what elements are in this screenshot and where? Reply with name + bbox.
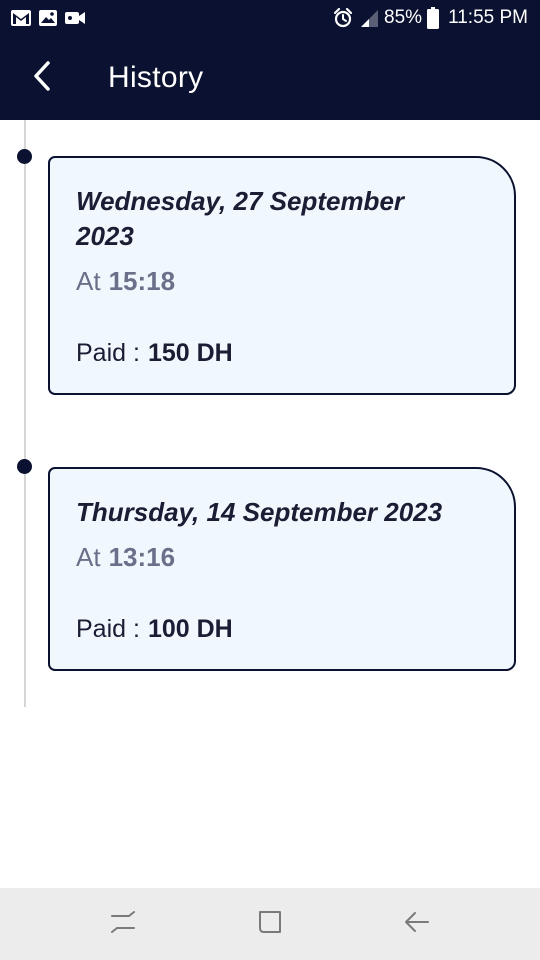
history-screen: 85% 11:55 PM History Wednesday, 27 Septe… — [0, 0, 540, 960]
history-date: Thursday, 14 September 2023 — [76, 497, 443, 527]
paid-amount: 100 DH — [147, 615, 233, 643]
history-card[interactable]: Thursday, 14 September 2023 At 13:16 Paid… — [48, 467, 516, 671]
video-icon — [64, 10, 86, 26]
status-bar: 85% 11:55 PM — [0, 0, 540, 36]
status-right: 85% 11:55 PM — [332, 7, 528, 29]
alarm-icon — [332, 7, 354, 29]
signal-icon — [359, 8, 379, 28]
history-time: 13:16 — [108, 542, 176, 572]
time-label: At — [76, 542, 101, 572]
recents-icon — [109, 908, 137, 941]
paid-amount: 150 DH — [147, 339, 233, 367]
history-card[interactable]: Wednesday, 27 September 2023 At 15:18 Pai… — [48, 156, 516, 395]
back-icon — [403, 908, 431, 941]
time-label: At — [76, 266, 101, 296]
gallery-icon — [38, 9, 58, 27]
paid-label: Paid : — [76, 339, 140, 367]
nav-back-button[interactable] — [387, 894, 447, 954]
recents-button[interactable] — [93, 894, 153, 954]
timeline-line — [24, 120, 26, 707]
history-date: Wednesday, 27 September 2023 — [76, 186, 405, 251]
gmail-icon — [10, 9, 32, 27]
system-nav-bar — [0, 888, 540, 960]
history-paid-row: Paid :100 DH — [76, 612, 233, 646]
timeline-dot — [17, 459, 32, 474]
status-time: 11:55 PM — [448, 7, 528, 28]
history-time: 15:18 — [108, 266, 176, 296]
history-list: Wednesday, 27 September 2023 At 15:18 Pai… — [0, 120, 540, 888]
paid-label: Paid : — [76, 615, 140, 643]
home-button[interactable] — [240, 894, 300, 954]
app-bar: History — [0, 36, 540, 120]
home-icon — [256, 908, 284, 941]
page-title: History — [108, 61, 204, 94]
history-time-row: At 13:16 — [76, 540, 488, 574]
battery-icon — [427, 7, 440, 29]
history-time-row: At 15:18 — [76, 264, 488, 298]
timeline-dot — [17, 149, 32, 164]
battery-percent: 85% — [384, 7, 423, 28]
history-paid-row: Paid :150 DH — [76, 336, 233, 370]
back-arrow-icon — [30, 59, 54, 98]
back-button[interactable] — [12, 48, 72, 108]
status-left — [10, 9, 92, 27]
